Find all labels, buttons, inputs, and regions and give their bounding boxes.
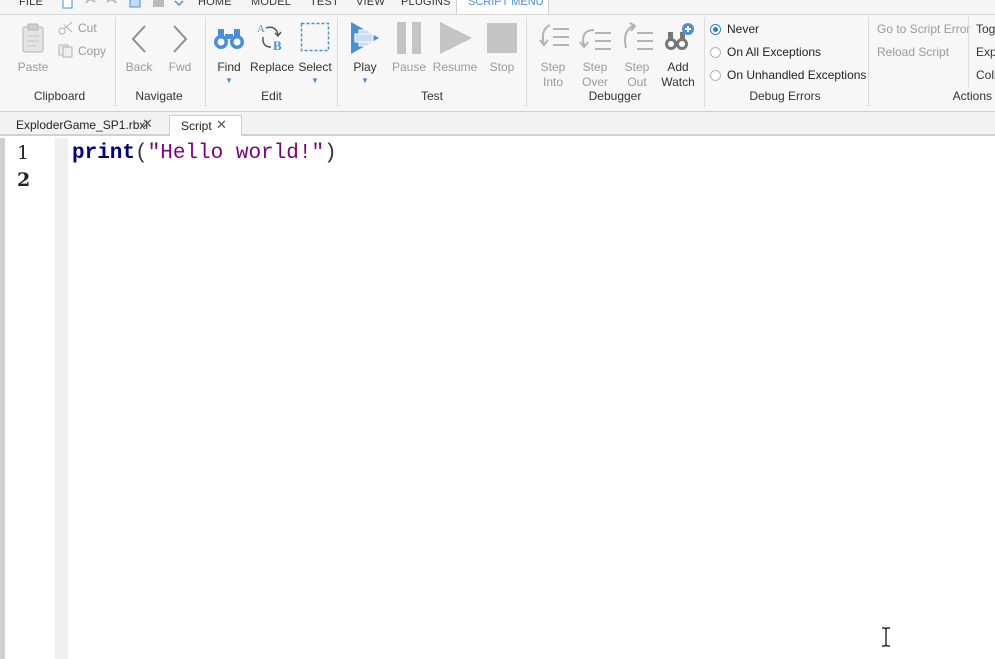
reload-script-button[interactable]: Reload Script bbox=[877, 45, 949, 59]
menu-test[interactable]: TEST bbox=[310, 0, 339, 8]
find-button[interactable]: Find ▼ bbox=[210, 21, 248, 89]
stop-small-icon[interactable] bbox=[152, 0, 164, 9]
step-over-button[interactable]: Step Over bbox=[576, 21, 614, 89]
step-out-icon bbox=[624, 22, 653, 50]
expand-button[interactable]: Exp bbox=[976, 45, 995, 59]
group-label-debugger: Debugger bbox=[588, 89, 642, 103]
tab-script[interactable]: Script ✕ bbox=[169, 115, 242, 136]
group-label-clipboard: Clipboard bbox=[33, 89, 86, 103]
toggle-button[interactable]: Tog bbox=[976, 22, 995, 36]
menu-script-menu[interactable]: SCRIPT MENU bbox=[456, 0, 549, 14]
new-file-icon[interactable] bbox=[62, 0, 74, 9]
play-button[interactable]: Play ▼ bbox=[345, 21, 385, 89]
collapse-button[interactable]: Coll bbox=[976, 68, 995, 82]
watch-binoculars-icon bbox=[665, 23, 694, 50]
code-keyword: print bbox=[72, 142, 136, 165]
step-into-button[interactable]: Step Into bbox=[534, 21, 572, 89]
menu-home[interactable]: HOME bbox=[198, 0, 232, 8]
document-tab-bar: ExploderGame_SP1.rbxl ✕ Script ✕ bbox=[0, 112, 995, 136]
redo-icon[interactable] bbox=[106, 0, 118, 9]
replace-button[interactable]: A B Replace bbox=[250, 21, 294, 74]
copy-icon bbox=[58, 44, 73, 58]
svg-text:A: A bbox=[257, 23, 265, 35]
clipboard-icon bbox=[22, 23, 44, 53]
line-number-gutter: 1 2 bbox=[5, 138, 55, 659]
code-line[interactable]: print("Hello world!") bbox=[72, 142, 337, 165]
find-dropdown-icon[interactable]: ▼ bbox=[225, 76, 233, 85]
forward-button[interactable]: Fwd bbox=[163, 21, 197, 74]
binoculars-icon bbox=[214, 29, 244, 49]
radio-on-unhandled-exceptions-label: On Unhandled Exceptions bbox=[727, 68, 867, 82]
stop-icon bbox=[487, 23, 517, 53]
radio-never[interactable] bbox=[710, 24, 721, 35]
group-label-actions: Actions bbox=[952, 89, 992, 103]
play-dropdown-icon[interactable]: ▼ bbox=[361, 76, 369, 85]
line-number: 1 bbox=[17, 142, 30, 164]
pause-button[interactable]: Pause bbox=[390, 21, 428, 74]
undo-icon[interactable] bbox=[84, 0, 96, 9]
divider bbox=[968, 17, 969, 87]
menu-file[interactable]: FILE bbox=[19, 0, 43, 8]
group-label-test: Test bbox=[420, 89, 443, 103]
text-cursor-icon bbox=[882, 627, 890, 647]
back-button[interactable]: Back bbox=[122, 21, 156, 74]
step-over-icon bbox=[579, 29, 611, 50]
close-icon[interactable]: ✕ bbox=[142, 116, 153, 132]
tab-explodergame-file[interactable]: ExploderGame_SP1.rbxl ✕ bbox=[6, 115, 164, 136]
group-label-debug-errors: Debug Errors bbox=[749, 89, 821, 103]
group-label-navigate: Navigate bbox=[135, 89, 183, 103]
divider bbox=[337, 17, 338, 107]
add-watch-button[interactable]: Add Watch bbox=[659, 21, 697, 89]
top-menu-bar: FILE HOME MODEL TEST VIEW PLUGINS SCRIPT… bbox=[0, 0, 995, 15]
radio-never-label: Never bbox=[727, 22, 760, 36]
code-paren: ) bbox=[324, 142, 337, 165]
script-editor[interactable]: 1 2 print("Hello world!") bbox=[0, 138, 995, 659]
radio-on-all-exceptions[interactable] bbox=[710, 47, 721, 58]
ribbon: Paste Cut Copy Clipboard Back Fwd Naviga… bbox=[0, 15, 995, 112]
divider bbox=[115, 17, 116, 107]
close-icon[interactable]: ✕ bbox=[216, 117, 227, 133]
line-number: 2 bbox=[17, 169, 31, 191]
step-out-button[interactable]: Step Out bbox=[618, 21, 656, 89]
fold-margin bbox=[55, 138, 68, 659]
replace-icon: A B bbox=[257, 23, 282, 53]
publish-icon[interactable] bbox=[129, 0, 141, 9]
code-string: "Hello world!" bbox=[147, 142, 325, 165]
paste-button[interactable]: Paste bbox=[14, 21, 52, 74]
step-into-icon bbox=[539, 24, 569, 47]
chevron-right-icon bbox=[173, 25, 188, 53]
play-icon bbox=[351, 22, 379, 54]
menu-view[interactable]: VIEW bbox=[356, 0, 385, 8]
select-dropdown-icon[interactable]: ▼ bbox=[311, 76, 319, 85]
quick-access-dropdown-icon[interactable] bbox=[173, 0, 185, 9]
pause-icon bbox=[397, 22, 421, 54]
stop-button[interactable]: Stop bbox=[484, 21, 520, 74]
scissors-icon bbox=[58, 21, 73, 35]
go-to-script-error-button[interactable]: Go to Script Error bbox=[877, 22, 970, 36]
select-button[interactable]: Select ▼ bbox=[297, 21, 333, 89]
resume-icon bbox=[440, 22, 472, 54]
menu-model[interactable]: MODEL bbox=[251, 0, 291, 8]
divider bbox=[205, 17, 206, 107]
radio-on-all-exceptions-label: On All Exceptions bbox=[727, 45, 822, 59]
radio-on-unhandled-exceptions[interactable] bbox=[710, 70, 721, 81]
code-paren: ( bbox=[135, 142, 148, 165]
divider bbox=[868, 17, 869, 107]
svg-text:B: B bbox=[273, 38, 282, 53]
group-label-edit: Edit bbox=[261, 89, 282, 103]
resume-button[interactable]: Resume bbox=[432, 21, 478, 74]
divider bbox=[526, 17, 527, 107]
menu-plugins[interactable]: PLUGINS bbox=[401, 0, 451, 8]
selection-box-icon bbox=[300, 22, 330, 52]
chevron-left-icon bbox=[131, 25, 146, 53]
